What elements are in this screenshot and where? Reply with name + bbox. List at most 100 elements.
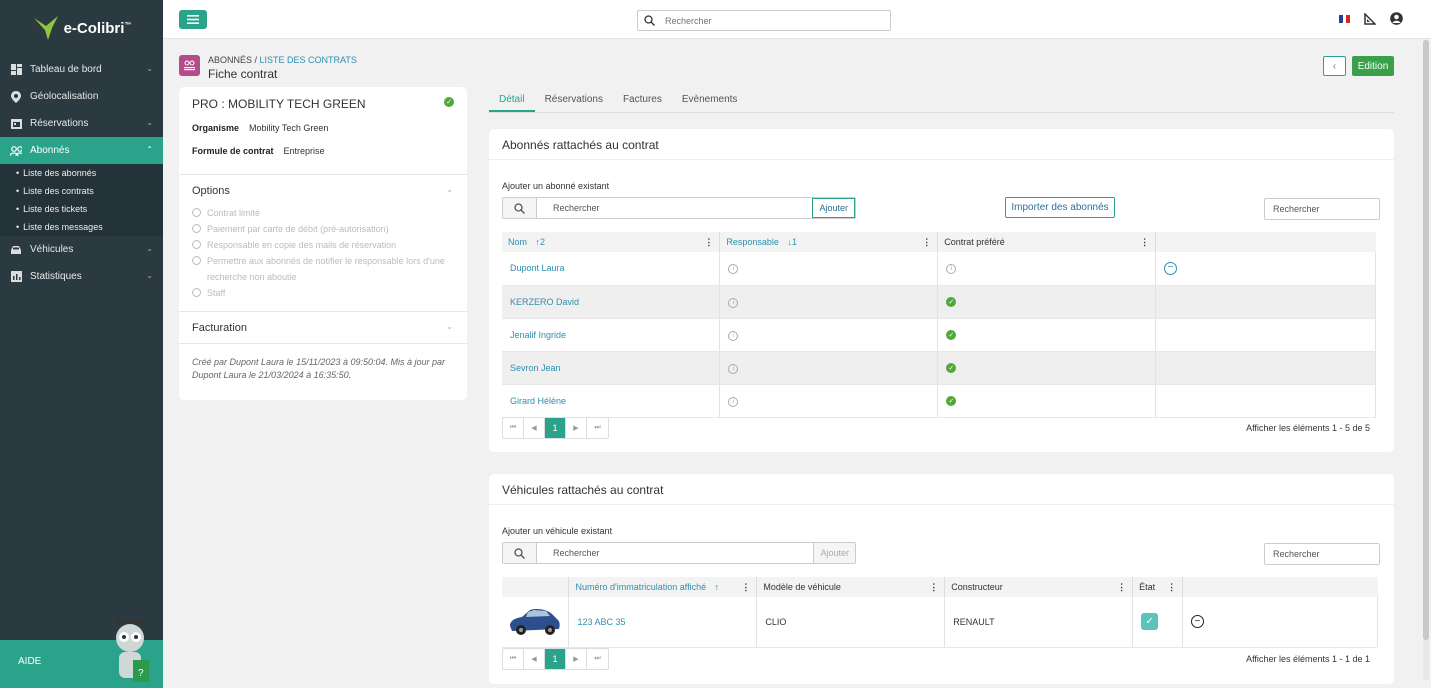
tab-evenements[interactable]: Evènements <box>672 86 748 112</box>
abonne-name[interactable]: Dupont Laura <box>502 252 721 286</box>
next-page-icon[interactable]: ▶ <box>566 649 587 669</box>
column-header-immatriculation[interactable]: Numéro d'immatriculation affiché ↑ ⋮ <box>568 577 758 597</box>
next-page-icon[interactable]: ▶ <box>566 418 587 438</box>
sidebar-item-geolocalisation[interactable]: Géolocalisation <box>0 83 163 110</box>
column-menu-icon[interactable]: ⋮ <box>741 582 750 593</box>
options-section[interactable]: Options ⌄ Contrat limité Paiement par ca… <box>179 174 467 311</box>
prefere-cell: ✓ <box>937 384 1157 418</box>
facturation-section[interactable]: Facturation ⌄ <box>179 311 467 343</box>
option-item: Permettre aux abonnés de notifier le res… <box>192 253 454 285</box>
abonne-name[interactable]: Jenalif Ingride <box>502 318 721 352</box>
last-page-icon[interactable]: ⏭ <box>587 418 608 438</box>
user-account-icon[interactable] <box>1390 12 1403 25</box>
global-search-input[interactable] <box>665 15 865 26</box>
column-menu-icon[interactable]: ⋮ <box>1167 582 1176 593</box>
column-header-contrat-prefere[interactable]: Contrat préféré ⋮ <box>937 232 1157 252</box>
set-square-icon[interactable] <box>1364 12 1376 25</box>
remove-icon[interactable]: − <box>1191 615 1205 629</box>
tab-factures[interactable]: Factures <box>613 86 672 112</box>
abonnes-count: Afficher les éléments 1 - 5 de 5 <box>1246 423 1370 433</box>
vehicle-modele: CLIO <box>756 597 946 648</box>
subnav-item-liste-abonnes[interactable]: Liste des abonnés <box>0 164 163 182</box>
responsable-cell: i <box>719 252 939 286</box>
column-header-responsable[interactable]: Responsable ↓1 ⋮ <box>719 232 939 252</box>
add-abonne-input[interactable]: Rechercher <box>537 203 812 213</box>
add-abonne-button[interactable]: Ajouter <box>812 198 855 218</box>
vehicules-filter-input[interactable]: Rechercher <box>1264 543 1380 565</box>
breadcrumb-link-contrats[interactable]: LISTE DES CONTRATS <box>260 55 357 65</box>
sidebar-item-statistiques[interactable]: Statistiques ⌄ <box>0 263 163 290</box>
disabled-x-icon <box>192 240 201 249</box>
prev-page-icon[interactable]: ◀ <box>524 418 545 438</box>
add-vehicule-search: Rechercher Ajouter <box>502 542 856 564</box>
sidebar-item-reservations[interactable]: Réservations ⌄ <box>0 110 163 137</box>
actions-cell <box>1155 384 1376 418</box>
first-page-icon[interactable]: ⏮ <box>503 649 524 669</box>
column-menu-icon[interactable]: ⋮ <box>1140 237 1149 248</box>
mascot-icon: ? <box>116 620 149 682</box>
abonnes-filter-input[interactable]: Rechercher <box>1264 198 1380 220</box>
column-menu-icon[interactable]: ⋮ <box>922 237 931 248</box>
table-row[interactable]: Dupont Laura i i − <box>502 252 1376 286</box>
abonne-name[interactable]: Sevron Jean <box>502 351 721 385</box>
table-row[interactable]: KERZERO David i ✓ <box>502 285 1376 319</box>
etat-checkbox[interactable]: ✓ <box>1141 613 1159 631</box>
subnav-item-liste-messages[interactable]: Liste des messages <box>0 218 163 236</box>
column-menu-icon[interactable]: ⋮ <box>1117 582 1126 593</box>
edit-button[interactable]: Edition <box>1352 56 1394 76</box>
sidebar-item-vehicules[interactable]: Véhicules ⌄ <box>0 236 163 263</box>
search-icon <box>503 543 537 563</box>
tab-bar: Détail Réservations Factures Evènements <box>489 86 1394 113</box>
column-header-constructeur[interactable]: Constructeur ⋮ <box>944 577 1134 597</box>
info-icon: i <box>946 264 957 275</box>
chevron-up-icon: ⌃ <box>146 145 153 154</box>
tab-reservations[interactable]: Réservations <box>535 86 613 112</box>
abonne-name[interactable]: KERZERO David <box>502 285 721 319</box>
column-header-modele[interactable]: Modèle de véhicule ⋮ <box>756 577 946 597</box>
sort-asc-icon: ↑2 <box>535 237 546 247</box>
menu-toggle-button[interactable] <box>179 10 207 29</box>
actions-cell <box>1155 285 1376 319</box>
first-page-icon[interactable]: ⏮ <box>503 418 524 438</box>
sidebar-item-abonnes[interactable]: Abonnés ⌃ <box>0 137 163 164</box>
column-header-etat[interactable]: État ⋮ <box>1132 577 1184 597</box>
table-row[interactable]: 123 ABC 35 CLIO RENAULT ✓ − <box>502 597 1378 648</box>
table-row[interactable]: Girard Hélène i ✓ <box>502 384 1376 418</box>
prev-page-icon[interactable]: ◀ <box>524 649 545 669</box>
global-search[interactable] <box>637 10 891 31</box>
abonne-name[interactable]: Girard Hélène <box>502 384 721 418</box>
page-scrollbar[interactable] <box>1423 40 1429 680</box>
chevron-down-icon: ⌄ <box>146 118 153 127</box>
column-header-image <box>502 577 570 597</box>
column-header-nom[interactable]: Nom ↑2 ⋮ <box>502 232 721 252</box>
remove-icon[interactable]: − <box>1164 261 1178 275</box>
add-abonne-label: Ajouter un abonné existant <box>502 181 610 191</box>
page-number[interactable]: 1 <box>545 649 566 669</box>
sidebar-item-tableau-de-bord[interactable]: Tableau de bord ⌄ <box>0 56 163 83</box>
vehicle-image-cell <box>502 597 570 648</box>
table-row[interactable]: Jenalif Ingride i ✓ <box>502 318 1376 352</box>
back-button[interactable]: ‹ <box>1323 56 1346 76</box>
last-page-icon[interactable]: ⏭ <box>587 649 608 669</box>
table-row[interactable]: Sevron Jean i ✓ <box>502 351 1376 385</box>
vehicules-title: Véhicules rattachés au contrat <box>489 474 1394 505</box>
column-menu-icon[interactable]: ⋮ <box>929 582 938 593</box>
sidebar: e-Colibri™ Tableau de bord ⌄ Géolocalisa… <box>0 0 163 688</box>
french-flag-icon[interactable] <box>1339 14 1351 23</box>
vehicle-immatriculation[interactable]: 123 ABC 35 <box>568 597 758 648</box>
add-vehicule-button[interactable]: Ajouter <box>813 543 855 563</box>
sort-asc-icon: ↑ <box>714 582 720 592</box>
breadcrumb-root[interactable]: ABONNÉS <box>208 55 252 65</box>
column-menu-icon[interactable]: ⋮ <box>704 237 713 248</box>
page-number[interactable]: 1 <box>545 418 566 438</box>
import-abonnes-button[interactable]: Importer des abonnés <box>1005 197 1115 218</box>
add-vehicule-input[interactable]: Rechercher <box>537 548 813 558</box>
subnav-item-liste-contrats[interactable]: Liste des contrats <box>0 182 163 200</box>
contract-summary-card: PRO : MOBILITY TECH GREEN ✓ Organisme Mob… <box>179 87 467 400</box>
subnav-item-liste-tickets[interactable]: Liste des tickets <box>0 200 163 218</box>
tab-detail[interactable]: Détail <box>489 86 535 112</box>
scrollbar-thumb[interactable] <box>1423 40 1429 640</box>
actions-cell: − <box>1182 597 1378 648</box>
app-logo[interactable]: e-Colibri™ <box>0 0 163 56</box>
app-name: e-Colibri™ <box>63 19 132 37</box>
